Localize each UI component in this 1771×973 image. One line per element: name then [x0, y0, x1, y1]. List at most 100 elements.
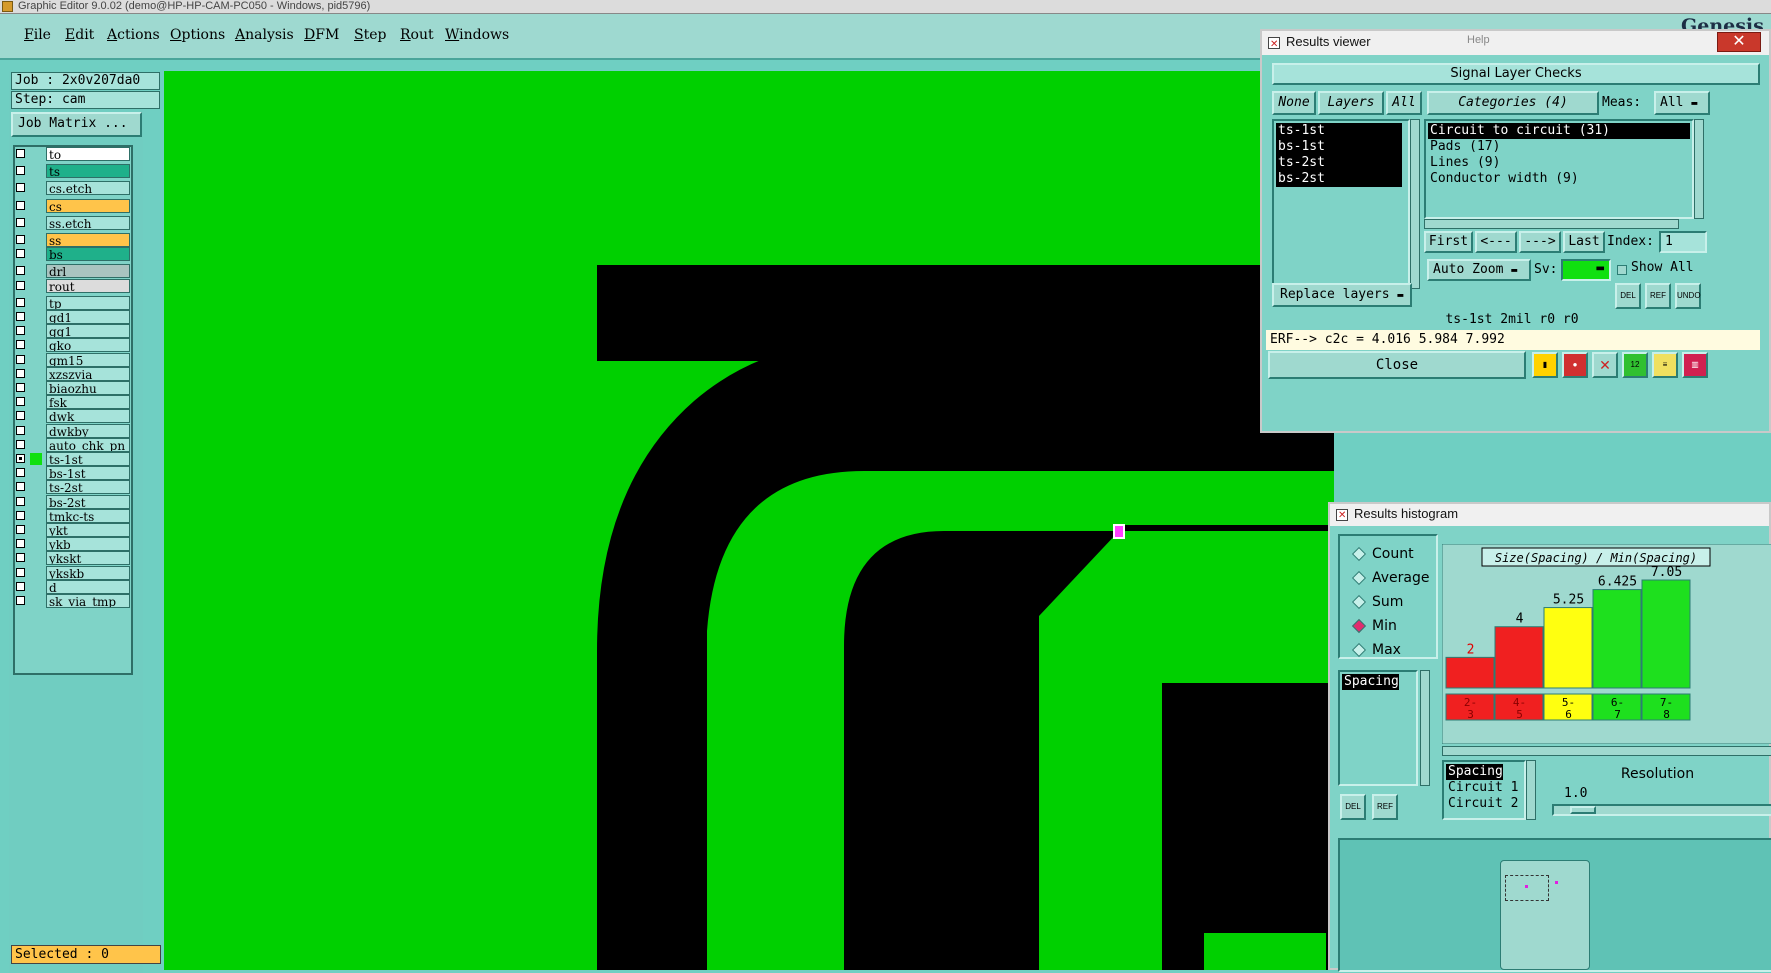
layer-name[interactable]: ykb	[46, 537, 130, 552]
layer-row-cs.etch[interactable]: cs.etch	[15, 181, 131, 196]
layer-row-gko[interactable]: gko	[15, 338, 131, 353]
menu-step[interactable]: Step	[354, 27, 386, 43]
layer-row-biaozhu[interactable]: biaozhu	[15, 381, 131, 395]
layer-name[interactable]: ts-1st	[46, 452, 130, 466]
hist-list-scrollbar[interactable]	[1420, 670, 1430, 786]
layer-checkbox[interactable]	[16, 166, 25, 176]
layer-name[interactable]: ykskb	[46, 565, 130, 580]
layer-name[interactable]: to	[46, 147, 130, 161]
layer-row-bs[interactable]: bs	[15, 247, 131, 262]
all-button[interactable]: All	[1386, 91, 1422, 115]
layer-name[interactable]: sk_via_tmp	[46, 594, 130, 608]
layer-row-tp[interactable]: tp	[15, 295, 131, 310]
layer-name[interactable]: bs	[46, 247, 130, 262]
layer-row-tmkc-ts[interactable]: tmkc-ts	[15, 508, 131, 523]
layer-row-ykt[interactable]: ykt	[15, 523, 131, 537]
radio-min[interactable]	[1351, 618, 1367, 634]
ref-icon[interactable]: REF	[1645, 283, 1671, 309]
layer-checkbox[interactable]	[16, 297, 25, 307]
layer-checkbox[interactable]	[16, 525, 25, 534]
menu-windows[interactable]: Windows	[445, 27, 509, 43]
hist-list[interactable]: Spacing	[1338, 670, 1418, 786]
rv-layer-item[interactable]: bs-1st	[1276, 139, 1402, 155]
del-icon[interactable]: DEL	[1615, 283, 1641, 309]
layer-name[interactable]: ts-2st	[46, 480, 130, 495]
layer-name[interactable]: cs	[46, 198, 130, 213]
layer-name[interactable]: rout	[46, 278, 130, 293]
layer-checkbox[interactable]	[16, 397, 25, 407]
replace-layers-dropdown[interactable]: Replace layers ▬	[1272, 283, 1412, 307]
layer-name[interactable]: xzszvia	[46, 366, 130, 381]
layer-checkbox[interactable]	[16, 581, 25, 591]
layer-name[interactable]: tmkc-ts	[46, 508, 130, 523]
layer-row-dwk[interactable]: dwk	[15, 409, 131, 424]
rv-layer-item[interactable]: ts-1st	[1276, 123, 1402, 139]
layers-button[interactable]: Layers	[1318, 91, 1384, 115]
layer-name[interactable]: d	[46, 579, 130, 594]
layer-row-ykb[interactable]: ykb	[15, 537, 131, 552]
none-button[interactable]: None	[1272, 91, 1316, 115]
show-all-checkbox[interactable]	[1617, 265, 1627, 275]
layer-name[interactable]: gko	[46, 338, 130, 353]
undo-icon[interactable]: UNDO	[1675, 283, 1701, 309]
layer-name[interactable]: gm15	[46, 352, 130, 367]
layer-checkbox[interactable]	[16, 425, 25, 435]
layer-row-fsk[interactable]: fsk	[15, 395, 131, 410]
layer-checkbox[interactable]	[16, 354, 25, 364]
next-button[interactable]: --->	[1519, 231, 1561, 253]
layer-name[interactable]: cs.etch	[46, 181, 130, 196]
menu-dfm[interactable]: DFM	[304, 27, 339, 43]
layer-row-ss[interactable]: ss	[15, 233, 131, 247]
layer-row-rout[interactable]: rout	[15, 278, 131, 293]
rv-category-hscroll[interactable]	[1424, 219, 1679, 229]
last-button[interactable]: Last	[1563, 231, 1605, 253]
layer-checkbox[interactable]	[16, 280, 25, 290]
radio-sum[interactable]	[1351, 594, 1367, 610]
layer-checkbox[interactable]	[16, 266, 25, 276]
chart-hscroll[interactable]	[1442, 746, 1771, 756]
layer-checkbox[interactable]	[16, 340, 25, 350]
layer-name[interactable]: gd1	[46, 310, 130, 324]
rv-category-list[interactable]: Circuit to circuit (31) Pads (17) Lines (9…	[1424, 119, 1694, 219]
radio-max[interactable]	[1351, 642, 1367, 658]
layer-checkbox[interactable]	[16, 482, 25, 492]
prev-button[interactable]: <---	[1475, 231, 1517, 253]
layer-row-xzszvia[interactable]: xzszvia	[15, 366, 131, 381]
auto-zoom-dropdown[interactable]: Auto Zoom ▬	[1427, 259, 1531, 281]
attr-item[interactable]: Circuit 1	[1446, 780, 1518, 796]
rv-category-item[interactable]: Lines (9)	[1428, 155, 1690, 171]
rv-layer-item[interactable]: ts-2st	[1276, 155, 1402, 171]
close-button[interactable]: Close	[1268, 351, 1526, 379]
rv-layer-list[interactable]: ts-1st bs-1st ts-2st bs-2st	[1272, 119, 1410, 289]
layer-name[interactable]: biaozhu	[46, 381, 130, 395]
layer-row-gg1[interactable]: gg1	[15, 324, 131, 339]
job-matrix-button[interactable]: Job Matrix ...	[11, 112, 142, 137]
layer-checkbox[interactable]	[16, 217, 25, 227]
layer-row-ts[interactable]: ts	[15, 164, 131, 179]
layer-row-to[interactable]: to	[15, 147, 131, 161]
rv-category-item[interactable]: Conductor width (9)	[1428, 171, 1690, 187]
layer-checkbox[interactable]	[16, 454, 25, 463]
layer-checkbox[interactable]	[16, 510, 25, 520]
layer-row-cs[interactable]: cs	[15, 198, 131, 213]
layer-checkbox[interactable]	[16, 183, 25, 193]
layer-row-dwkby[interactable]: dwkby	[15, 423, 131, 438]
sv-dropdown[interactable]: ▬	[1561, 259, 1611, 281]
pcb-canvas[interactable]	[164, 71, 1334, 970]
menu-rout[interactable]: Rout	[400, 27, 434, 43]
layer-name[interactable]: bs-2st	[46, 494, 130, 509]
layer-checkbox[interactable]	[16, 326, 25, 336]
rv-category-item[interactable]: Pads (17)	[1428, 139, 1690, 155]
resolution-slider[interactable]	[1552, 804, 1771, 816]
layer-row-bs-2st[interactable]: bs-2st	[15, 494, 131, 509]
layer-row-d[interactable]: d	[15, 579, 131, 594]
layer-checkbox[interactable]	[16, 553, 25, 563]
record-icon[interactable]: ●	[1562, 352, 1588, 378]
index-input[interactable]: 1	[1659, 231, 1707, 253]
numeric-icon[interactable]: 12	[1622, 352, 1648, 378]
meas-dropdown[interactable]: All ▬	[1654, 91, 1710, 115]
radio-count[interactable]	[1351, 546, 1367, 562]
layer-name[interactable]: ykskt	[46, 551, 130, 566]
layer-checkbox[interactable]	[16, 383, 25, 392]
layer-checkbox[interactable]	[16, 496, 25, 506]
